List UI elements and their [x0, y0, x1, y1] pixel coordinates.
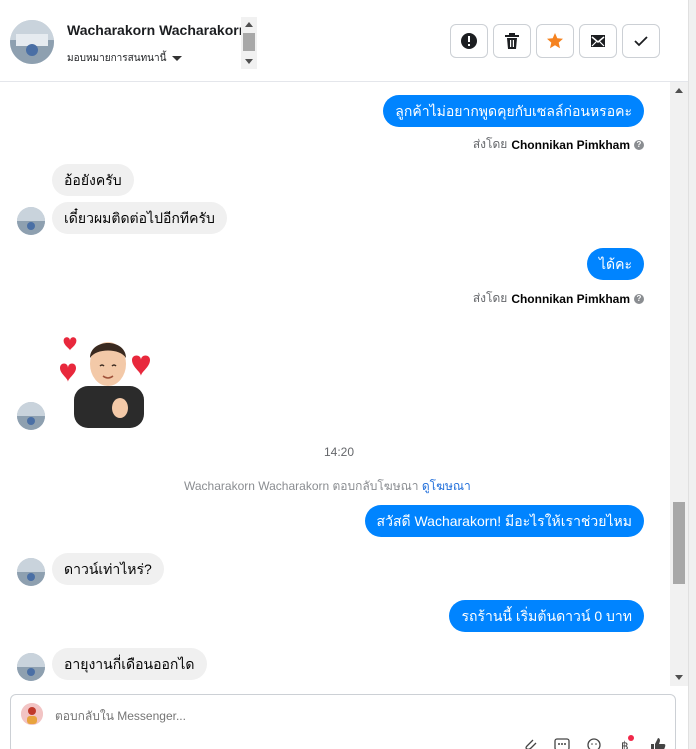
star-icon: [547, 33, 563, 49]
scroll-thumb[interactable]: [243, 33, 255, 51]
sent-by-label: ส่งโดย Chonnikan Pimkham ?: [473, 135, 644, 154]
ad-reply-notice: Wacharakorn Wacharakorn ตอบกลับโฆษณา ดูโ…: [184, 477, 471, 496]
incoming-message: อายุงานกี่เดือนออกได: [52, 648, 207, 680]
assign-label: มอบหมายการสนทนานี้: [67, 53, 167, 64]
header-scrollbar[interactable]: [241, 17, 257, 69]
contact-avatar-small: [17, 207, 45, 235]
reply-composer: ฿: [10, 694, 676, 749]
scroll-up-icon[interactable]: [675, 88, 683, 93]
thumbs-up-icon[interactable]: [649, 737, 667, 749]
sender-name: Chonnikan Pimkham: [511, 137, 630, 152]
exclamation-icon: [461, 33, 477, 49]
scroll-thumb[interactable]: [673, 502, 685, 584]
sent-by-prefix: ส่งโดย: [472, 137, 508, 151]
saved-replies-icon[interactable]: [553, 737, 571, 749]
mark-unread-button[interactable]: [579, 24, 617, 58]
mark-done-button[interactable]: [622, 24, 660, 58]
contact-avatar[interactable]: [10, 20, 54, 64]
contact-name[interactable]: Wacharakorn Wacharakorn: [67, 22, 242, 38]
attachment-icon[interactable]: [521, 737, 539, 749]
message-timestamp: 14:20: [324, 445, 355, 459]
window-edge: [688, 0, 696, 749]
incoming-message: ดาวน์เท่าไหร่?: [52, 553, 164, 585]
composer-toolbar: ฿: [521, 735, 667, 749]
avatar-sticker: [56, 328, 160, 428]
scroll-up-icon[interactable]: [245, 22, 253, 27]
contact-avatar-small: [17, 558, 45, 586]
delete-button[interactable]: [493, 24, 531, 58]
outgoing-message: ได้คะ: [586, 248, 644, 280]
sent-by-label: ส่งโดย Chonnikan Pimkham ?: [473, 289, 644, 308]
trash-icon: [505, 33, 519, 49]
check-icon: [634, 36, 648, 47]
page-avatar: [21, 703, 43, 725]
reply-input[interactable]: [55, 709, 455, 723]
incoming-message: อ้อยังครับ: [52, 164, 134, 196]
star-button[interactable]: [536, 24, 574, 58]
emoji-icon[interactable]: [585, 737, 603, 749]
contact-avatar-small: [17, 402, 45, 430]
sender-name: Chonnikan Pimkham: [511, 291, 630, 306]
ad-reply-text: Wacharakorn Wacharakorn ตอบกลับโฆษณา: [184, 479, 419, 493]
scroll-down-icon[interactable]: [675, 675, 683, 680]
payment-icon[interactable]: ฿: [617, 735, 635, 749]
assign-conversation-dropdown[interactable]: มอบหมายการสนทนานี้: [67, 51, 183, 66]
outgoing-message: ลูกค้าไม่อยากพูดคุยกับเซลล์ก่อนหรอคะ: [383, 95, 644, 127]
report-button[interactable]: [450, 24, 488, 58]
thread-scrollbar[interactable]: [670, 82, 688, 686]
notification-dot: [628, 735, 634, 741]
envelope-icon: [591, 35, 605, 47]
conversation-header: Wacharakorn Wacharakorn มอบหมายการสนทนาน…: [0, 0, 688, 82]
sent-by-prefix: ส่งโดย: [472, 291, 508, 305]
view-ad-link[interactable]: ดูโฆษณา: [422, 479, 471, 493]
outgoing-message: สวัสดี Wacharakorn! มีอะไรให้เราช่วยไหม: [364, 505, 644, 537]
help-icon[interactable]: ?: [634, 139, 644, 150]
outgoing-message: รถร้านนี้ เริ่มต้นดาวน์ 0 บาท: [449, 600, 644, 632]
svg-text:฿: ฿: [621, 739, 629, 749]
chevron-down-icon: [172, 56, 183, 61]
scroll-down-icon[interactable]: [245, 59, 253, 64]
help-icon[interactable]: ?: [634, 293, 644, 304]
contact-avatar-small: [17, 653, 45, 681]
incoming-message: เดี๋ยวผมติดต่อไปอีกทีครับ: [52, 202, 227, 234]
